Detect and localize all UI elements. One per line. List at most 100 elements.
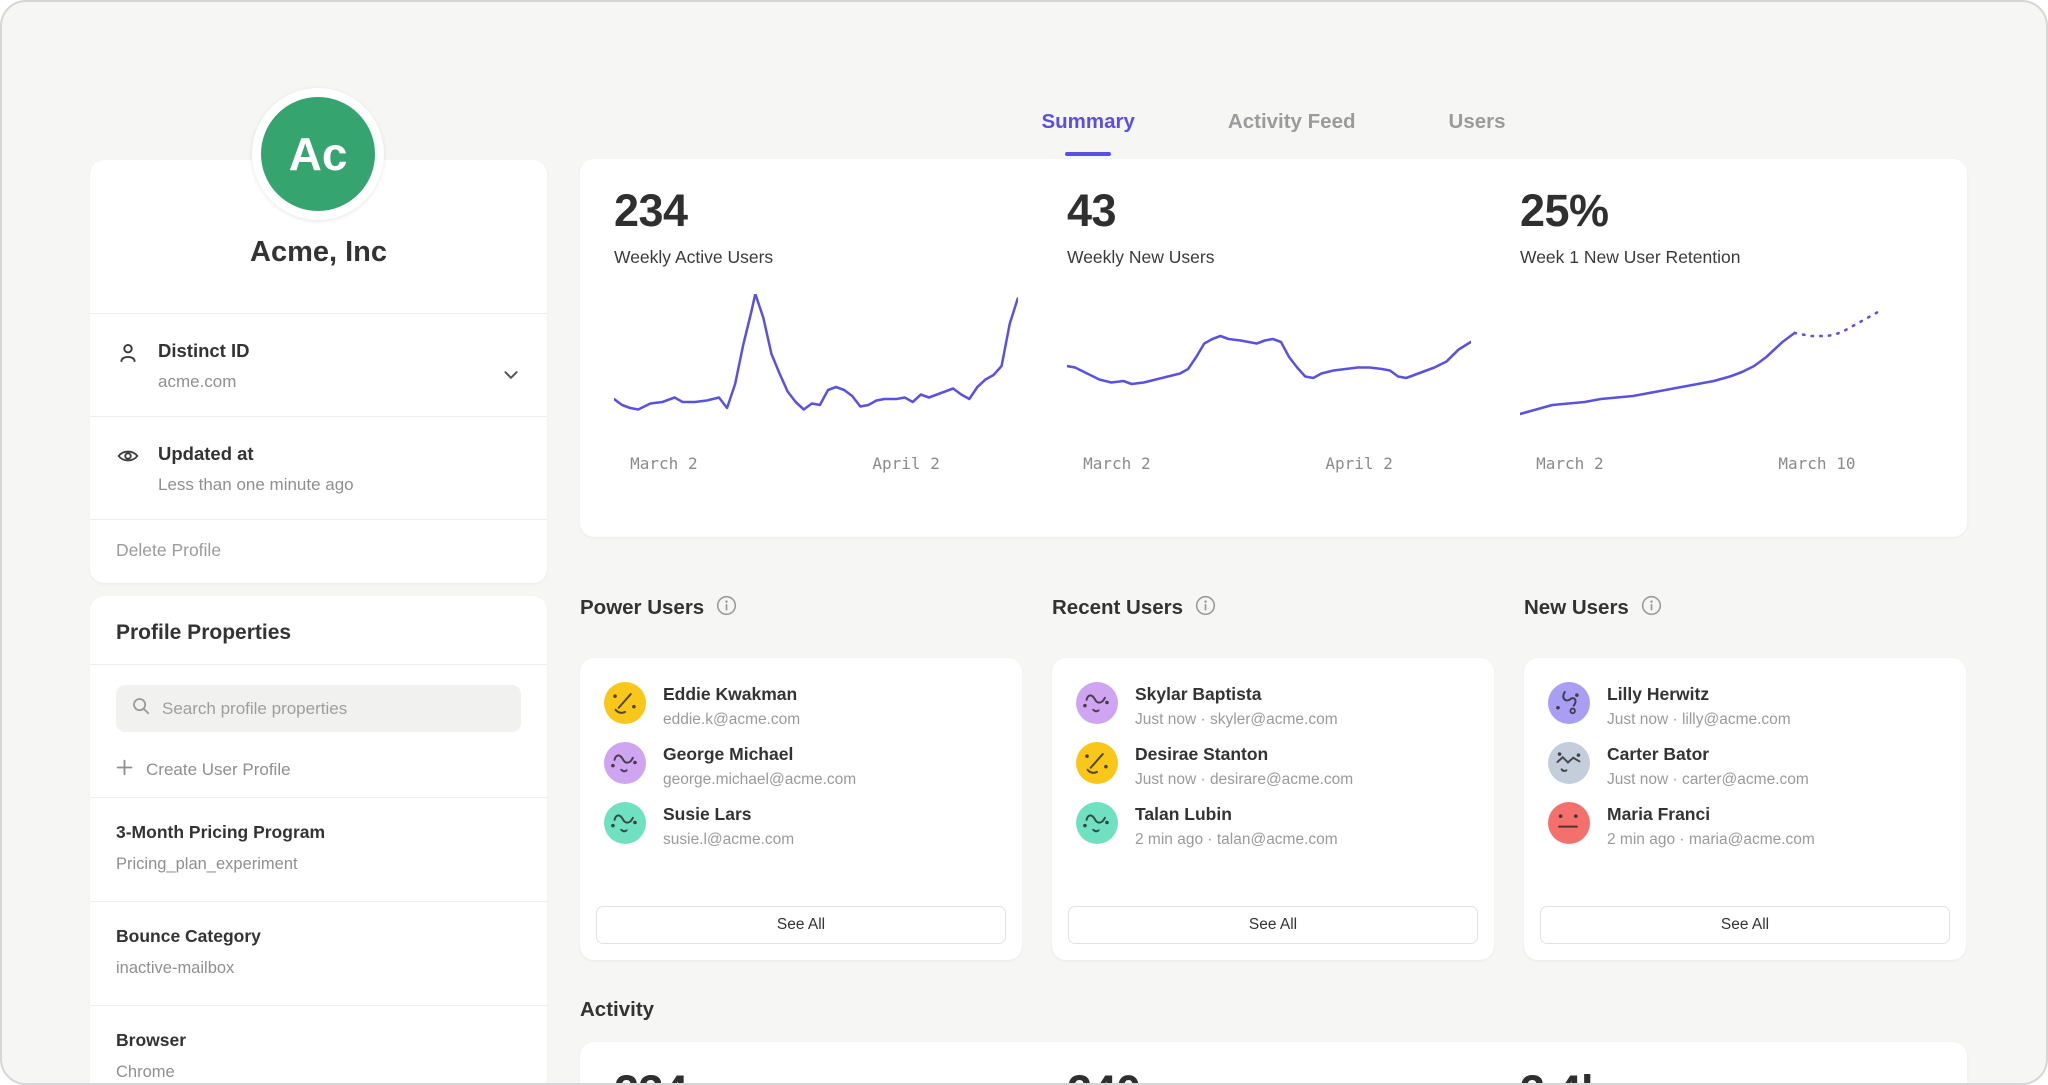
user-subtext: susie.l@acme.com [663, 831, 794, 849]
tab-summary[interactable]: Summary [1037, 86, 1138, 156]
user-avatar [1076, 682, 1118, 724]
property-value: inactive-mailbox [116, 959, 521, 978]
user-list-item[interactable]: Maria Franci 2 min ago · maria@acme.com [1548, 802, 1950, 849]
stat-label: Week 1 New User Retention [1520, 247, 1945, 268]
user-list-item[interactable]: Talan Lubin 2 min ago · talan@acme.com [1076, 802, 1478, 849]
axis-label-start: March 2 [630, 454, 697, 473]
property-name: Bounce Category [116, 926, 521, 947]
axis-label-start: March 2 [1083, 454, 1150, 473]
stat-label: Weekly Active Users [614, 247, 1039, 268]
user-avatar [1076, 742, 1118, 784]
user-subtext: george.michael@acme.com [663, 771, 856, 789]
delete-profile-button[interactable]: Delete Profile [116, 540, 221, 561]
user-section-power-users: Power Users Eddie Kwakman eddie.k@acme.c… [580, 595, 1022, 960]
profile-properties-card: Profile Properties Create User Profile 3… [90, 596, 547, 1085]
user-name: Eddie Kwakman [663, 682, 800, 705]
user-subtext: Just now · lilly@acme.com [1607, 711, 1791, 729]
user-list-card: Lilly Herwitz Just now · lilly@acme.com … [1524, 658, 1966, 960]
user-subtext: 2 min ago · maria@acme.com [1607, 831, 1815, 849]
user-avatar [1076, 802, 1118, 844]
user-section-new-users: New Users Lilly Herwitz Just now · lilly… [1524, 595, 1966, 960]
sparkline-chart [1067, 294, 1471, 444]
user-list-item[interactable]: Carter Bator Just now · carter@acme.com [1548, 742, 1950, 789]
user-section-title: Recent Users [1052, 596, 1183, 620]
create-user-profile-button[interactable]: Create User Profile [116, 759, 291, 781]
activity-stat-value: 3.4k [1520, 1066, 1945, 1085]
activity-card: 234 240 3.4k [580, 1042, 1967, 1085]
user-section-title: Power Users [580, 596, 704, 620]
see-all-button[interactable]: See All [596, 906, 1006, 944]
axis-label-end: April 2 [872, 454, 939, 473]
updated-at-label: Updated at [158, 443, 521, 465]
updated-at-value: Less than one minute ago [158, 475, 521, 495]
distinct-id-row[interactable]: Distinct ID acme.com [90, 313, 547, 416]
activity-stat-value: 240 [1067, 1066, 1492, 1085]
user-section-recent-users: Recent Users Skylar Baptista Just now · … [1052, 595, 1494, 960]
user-list-item[interactable]: Lilly Herwitz Just now · lilly@acme.com [1548, 682, 1950, 729]
user-subtext: Just now · carter@acme.com [1607, 771, 1809, 789]
user-list-item[interactable]: Eddie Kwakman eddie.k@acme.com [604, 682, 1006, 729]
stat-value: 43 [1067, 185, 1492, 237]
tab-activity-feed[interactable]: Activity Feed [1224, 86, 1360, 156]
summary-card: 234 Weekly Active Users March 2 April 2 … [580, 159, 1967, 537]
axis-label-end: March 10 [1778, 454, 1855, 473]
user-name: Desirae Stanton [1135, 742, 1353, 765]
see-all-button[interactable]: See All [1068, 906, 1478, 944]
info-icon[interactable] [716, 595, 737, 621]
user-name: Talan Lubin [1135, 802, 1338, 825]
sparkline-chart [1520, 294, 1924, 444]
tab-users[interactable]: Users [1445, 86, 1510, 156]
stat-label: Weekly New Users [1067, 247, 1492, 268]
create-user-profile-label: Create User Profile [146, 760, 291, 780]
distinct-id-value: acme.com [158, 372, 483, 392]
user-list-item[interactable]: Susie Lars susie.l@acme.com [604, 802, 1006, 849]
sparkline-chart [614, 294, 1018, 444]
user-subtext: Just now · skyler@acme.com [1135, 711, 1338, 729]
distinct-id-label: Distinct ID [158, 340, 483, 362]
user-avatar [604, 802, 646, 844]
search-input[interactable] [162, 699, 506, 719]
chevron-down-icon[interactable] [501, 365, 521, 392]
axis-label-end: April 2 [1325, 454, 1392, 473]
user-name: Skylar Baptista [1135, 682, 1338, 705]
user-subtext: 2 min ago · talan@acme.com [1135, 831, 1338, 849]
user-list-card: Skylar Baptista Just now · skyler@acme.c… [1052, 658, 1494, 960]
property-value: Pricing_plan_experiment [116, 855, 521, 874]
stat-value: 234 [614, 185, 1039, 237]
user-avatar [604, 682, 646, 724]
activity-stat-value: 234 [614, 1066, 1039, 1085]
user-list-item[interactable]: George Michael george.michael@acme.com [604, 742, 1006, 789]
user-section-title: New Users [1524, 596, 1629, 620]
summary-stat-column: 43 Weekly New Users March 2 April 2 [1067, 185, 1492, 537]
user-name: Susie Lars [663, 802, 794, 825]
stat-value: 25% [1520, 185, 1945, 237]
user-name: Carter Bator [1607, 742, 1809, 765]
user-avatar [1548, 682, 1590, 724]
user-list-item[interactable]: Desirae Stanton Just now · desirare@acme… [1076, 742, 1478, 789]
company-avatar: Ac [252, 88, 384, 220]
info-icon[interactable] [1641, 595, 1662, 621]
user-list-card: Eddie Kwakman eddie.k@acme.com George Mi… [580, 658, 1022, 960]
property-row[interactable]: Browser Chrome [90, 1005, 547, 1085]
user-avatar [1548, 802, 1590, 844]
identity-card: Acme, Inc Distinct ID acme.com [90, 160, 547, 583]
summary-stat-column: 25% Week 1 New User Retention March 2 Ma… [1520, 185, 1945, 537]
summary-stat-column: 234 Weekly Active Users March 2 April 2 [614, 185, 1039, 537]
property-value: Chrome [116, 1063, 521, 1082]
company-profile-page: Ac Acme, Inc Distinct ID acme.com [0, 0, 2048, 1085]
user-list-item[interactable]: Skylar Baptista Just now · skyler@acme.c… [1076, 682, 1478, 729]
company-avatar-initials: Ac [289, 127, 348, 181]
property-name: 3-Month Pricing Program [116, 822, 521, 843]
profile-properties-search[interactable] [116, 685, 521, 732]
user-name: Maria Franci [1607, 802, 1815, 825]
plus-icon [116, 759, 133, 781]
property-name: Browser [116, 1030, 521, 1051]
property-row[interactable]: Bounce Category inactive-mailbox [90, 901, 547, 1005]
property-row[interactable]: 3-Month Pricing Program Pricing_plan_exp… [90, 797, 547, 901]
user-subtext: eddie.k@acme.com [663, 711, 800, 729]
user-avatar [1548, 742, 1590, 784]
see-all-button[interactable]: See All [1540, 906, 1950, 944]
info-icon[interactable] [1195, 595, 1216, 621]
divider [90, 664, 547, 665]
user-name: George Michael [663, 742, 856, 765]
